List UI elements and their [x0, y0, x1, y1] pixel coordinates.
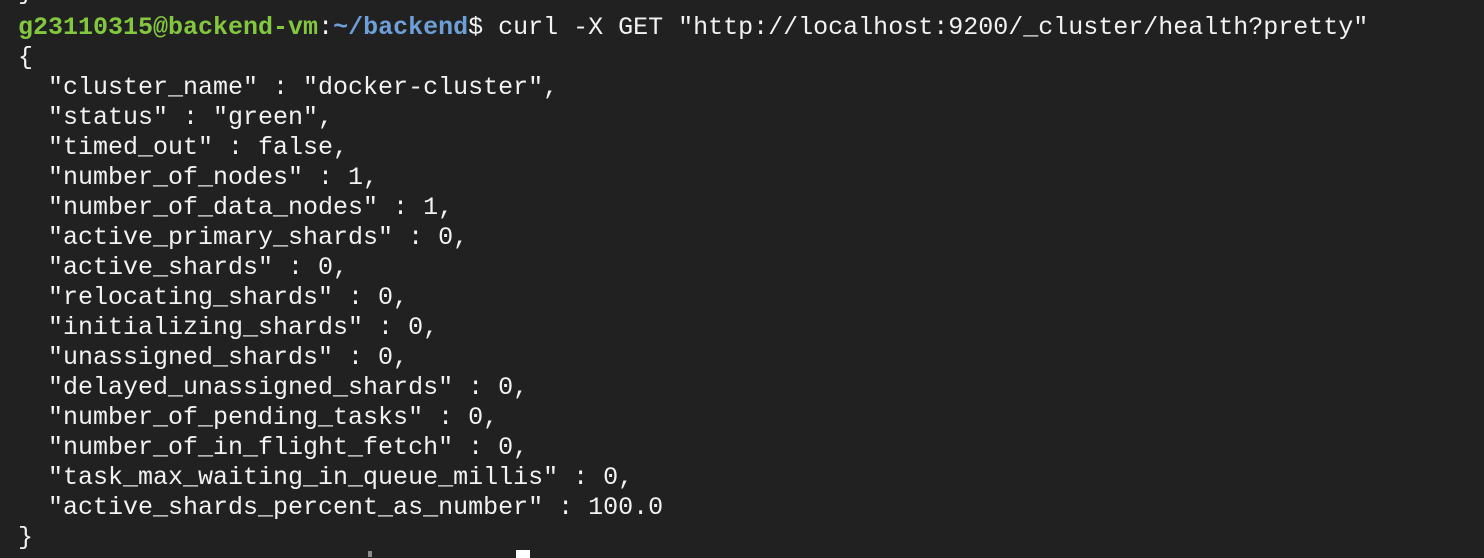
- json-close-brace: }: [18, 523, 34, 552]
- output-line: "number_of_nodes" : 1,: [18, 163, 379, 192]
- output-line: "unassigned_shards" : 0,: [18, 343, 409, 372]
- output-line: "relocating_shards" : 0,: [18, 283, 409, 312]
- output-line: "delayed_unassigned_shards" : 0,: [18, 373, 529, 402]
- command-text: curl -X GET "http://localhost:9200/_clus…: [498, 13, 1369, 42]
- output-line: "active_shards_percent_as_number" : 100.…: [18, 493, 664, 522]
- output-line: "status" : "green",: [18, 103, 334, 132]
- previous-output-tail: }: [18, 0, 33, 8]
- prompt-path: ~/backend: [333, 13, 469, 42]
- output-line: "timed_out" : false,: [18, 133, 349, 162]
- output-line: "number_of_in_flight_fetch" : 0,: [18, 433, 529, 462]
- terminal-window[interactable]: } g23110315@backend-vm:~/backend$ curl -…: [0, 0, 1484, 558]
- output-line: "number_of_data_nodes" : 1,: [18, 193, 454, 222]
- output-line: "task_max_waiting_in_queue_millis" : 0,: [18, 463, 634, 492]
- json-open-brace: {: [18, 43, 34, 72]
- partial-prompt-glyph: [368, 551, 372, 557]
- text-cursor: [516, 550, 530, 558]
- output-line: "active_shards" : 0,: [18, 253, 349, 282]
- prompt-symbol: $: [468, 13, 499, 42]
- output-line: "number_of_pending_tasks" : 0,: [18, 403, 499, 432]
- output-line: "cluster_name" : "docker-cluster",: [18, 73, 559, 102]
- output-line: "initializing_shards" : 0,: [18, 313, 439, 342]
- command-prompt-line: g23110315@backend-vm:~/backend$ curl -X …: [18, 13, 1368, 43]
- prompt-user-host: g23110315@backend-vm: [18, 13, 319, 42]
- prompt-separator: :: [318, 13, 334, 42]
- output-line: "active_primary_shards" : 0,: [18, 223, 469, 252]
